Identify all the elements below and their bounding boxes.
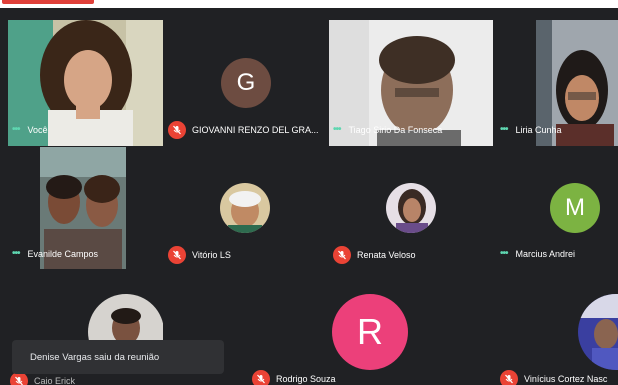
- mic-off-icon: [168, 121, 186, 139]
- participant-tile-tiago[interactable]: ••• Tiago Sirio Da Fonseca: [329, 20, 493, 146]
- participant-name: Você: [27, 124, 48, 135]
- participant-tile-vitorio[interactable]: Vitório LS: [164, 147, 328, 269]
- mic-off-icon: [500, 370, 518, 385]
- mic-off-icon: [333, 246, 351, 264]
- notification-text: Denise Vargas saiu da reunião: [30, 351, 160, 363]
- participant-name-row: Vitório LS: [168, 246, 231, 264]
- participant-tile-renata[interactable]: Renata Veloso: [329, 147, 493, 269]
- avatar: [578, 294, 618, 370]
- participant-name-row: Vinícius Cortez Nasc: [500, 370, 607, 385]
- participant-tile-giovanni[interactable]: G GIOVANNI RENZO DEL GRA...: [164, 20, 328, 146]
- participant-name-row: ••• Liria Cunha: [500, 124, 562, 135]
- participant-name: Caio Erick: [34, 376, 76, 385]
- participant-name: Marcius Andrei: [515, 248, 576, 259]
- participant-name: Tiago Sirio Da Fonseca: [348, 124, 443, 135]
- top-accent-indicator: [2, 0, 94, 4]
- speaking-indicator-icon: •••: [12, 248, 20, 259]
- avatar: M: [550, 183, 600, 233]
- speaking-indicator-icon: •••: [500, 248, 508, 259]
- participant-tile-liria[interactable]: ••• Liria Cunha: [494, 20, 618, 146]
- participant-name-row: GIOVANNI RENZO DEL GRA...: [168, 121, 319, 139]
- participant-tile-voce[interactable]: ••• Você: [8, 20, 163, 146]
- participant-name: Vinícius Cortez Nasc: [524, 374, 608, 384]
- participant-name-row: ••• Você: [12, 124, 48, 135]
- avatar: [386, 183, 436, 233]
- avatar: R: [332, 294, 408, 370]
- participant-name: GIOVANNI RENZO DEL GRA...: [192, 125, 319, 135]
- speaking-indicator-icon: •••: [500, 124, 508, 135]
- speaking-indicator-icon: •••: [12, 124, 20, 135]
- participant-name: Liria Cunha: [515, 124, 562, 135]
- participant-name: Rodrigo Souza: [276, 374, 336, 384]
- mic-off-icon: [252, 370, 270, 385]
- participant-tile-evanilde[interactable]: ••• Evanilde Campos: [8, 147, 163, 269]
- participant-tile-vinicius[interactable]: Vinícius Cortez Nasc: [494, 270, 618, 385]
- speaking-indicator-icon: •••: [333, 124, 341, 135]
- participant-name: Vitório LS: [192, 250, 231, 260]
- participant-tile-rodrigo[interactable]: R Rodrigo Souza: [248, 270, 494, 385]
- avatar: G: [221, 58, 271, 108]
- participant-name-row: Rodrigo Souza: [252, 370, 336, 385]
- meeting-grid: ••• Você G GIOVANNI RENZO DEL GRA... •••…: [0, 0, 618, 385]
- participant-name-row: ••• Marcius Andrei: [500, 248, 575, 259]
- mic-off-icon: [168, 246, 186, 264]
- participant-tile-marcius[interactable]: M ••• Marcius Andrei: [494, 147, 618, 269]
- notification-toast: Denise Vargas saiu da reunião: [12, 340, 224, 374]
- participant-name-row: Renata Veloso: [333, 246, 416, 264]
- participant-name-row: ••• Tiago Sirio Da Fonseca: [333, 124, 442, 135]
- top-bar: [0, 0, 618, 8]
- participant-name: Renata Veloso: [357, 250, 416, 260]
- participant-name: Evanilde Campos: [27, 248, 99, 259]
- participant-name-row: ••• Evanilde Campos: [12, 248, 98, 259]
- avatar: [220, 183, 270, 233]
